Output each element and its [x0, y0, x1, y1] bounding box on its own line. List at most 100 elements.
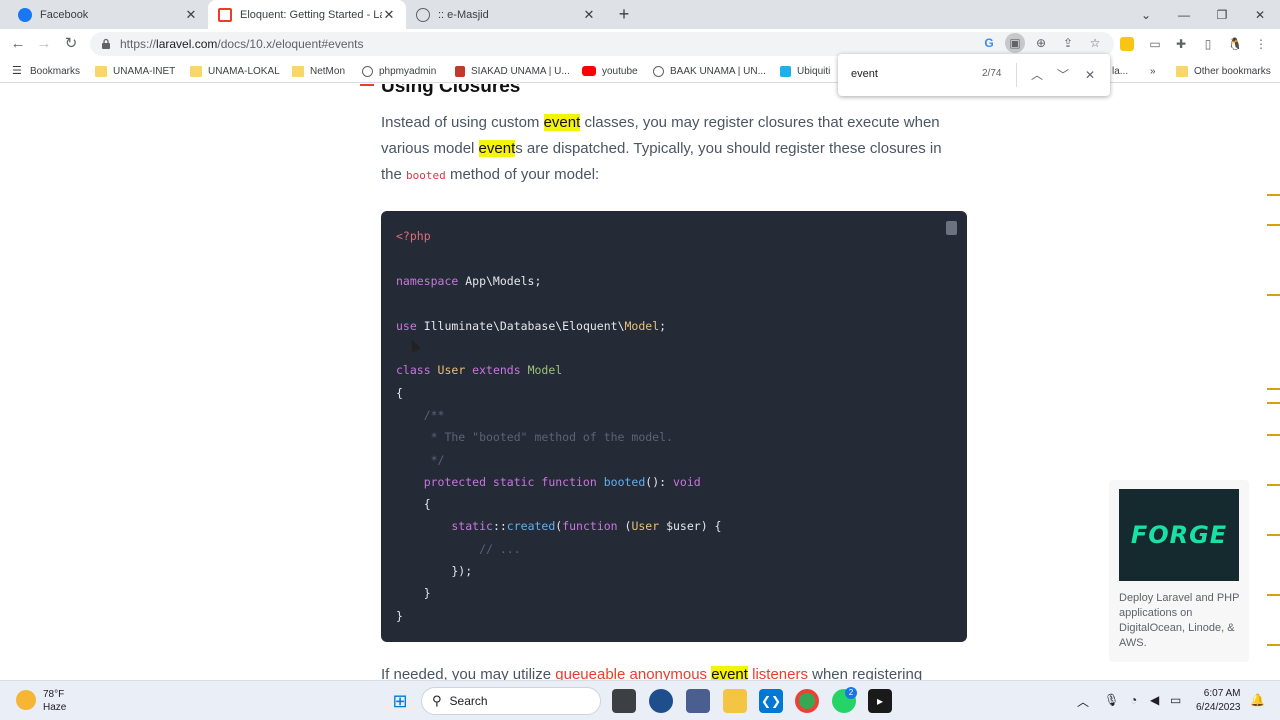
google-icon[interactable]: G: [981, 35, 997, 51]
puzzle-icon[interactable]: ✚: [1172, 35, 1190, 53]
find-marker: [1267, 594, 1280, 596]
paragraph-queueable: If needed, you may utilize queueable ano…: [381, 662, 951, 680]
paragraph-closures: Instead of using custom event classes, y…: [381, 114, 942, 183]
globe-icon: [362, 65, 373, 77]
minimize-icon[interactable]: —: [1165, 0, 1203, 29]
tab-title: :: e-Masjid: [438, 8, 489, 21]
new-tab-icon[interactable]: +: [614, 4, 634, 24]
clipboard-icon[interactable]: [946, 221, 957, 235]
find-marker: [1267, 224, 1280, 226]
file-explorer-icon[interactable]: [723, 689, 747, 713]
facebook-icon: [18, 7, 32, 22]
lock-icon: [102, 38, 110, 49]
terminal-app-icon[interactable]: ▸: [868, 689, 892, 713]
bookmark-phpmyadmin[interactable]: phpmyadmin: [362, 63, 436, 79]
scrollbar[interactable]: [1266, 84, 1280, 680]
wifi-icon[interactable]: ◔: [1130, 693, 1137, 707]
bookmark-baak[interactable]: BAAK UNAMA | UN...: [653, 63, 766, 79]
folder-icon: [1176, 65, 1188, 77]
vscode-icon[interactable]: ❮❯: [759, 689, 783, 713]
notification-badge: 2: [845, 687, 857, 699]
taskbar-search[interactable]: ⚲ Search: [421, 687, 601, 715]
chrome-icon[interactable]: [795, 689, 819, 713]
cast-icon[interactable]: ▭: [1146, 35, 1164, 53]
side-panel-icon[interactable]: ▯: [1199, 35, 1217, 53]
code-line: {: [396, 497, 431, 511]
chevron-down-icon[interactable]: ⌄: [1127, 0, 1165, 29]
section-heading: Using Closures: [381, 84, 521, 97]
close-icon[interactable]: ✕: [184, 7, 198, 22]
bookmark-netmon[interactable]: NetMon: [292, 63, 345, 79]
reload-icon[interactable]: ↻: [61, 34, 81, 54]
network-app-icon[interactable]: [686, 689, 710, 713]
back-icon[interactable]: ←: [8, 34, 28, 54]
find-marker: [1267, 294, 1280, 296]
share-icon[interactable]: ⇪: [1060, 35, 1076, 51]
chevron-down-icon[interactable]: ﹀: [1054, 66, 1072, 84]
ad-description: Deploy Laravel and PHP applications on D…: [1119, 592, 1240, 649]
chevron-up-icon[interactable]: ︿: [1077, 693, 1089, 710]
tab-strip: Facebook ✕ Eloquent: Getting Started - L…: [0, 0, 1280, 29]
browser-app-icon[interactable]: [649, 689, 673, 713]
chevron-right-icon[interactable]: »: [1150, 63, 1156, 79]
tab-eloquent[interactable]: Eloquent: Getting Started - Laravel ✕: [208, 0, 406, 29]
find-marker: [1267, 402, 1280, 404]
close-icon[interactable]: ✕: [1081, 66, 1099, 84]
chevron-up-icon[interactable]: ︿: [1028, 66, 1046, 84]
folder-icon: [95, 65, 107, 77]
bookmark-other[interactable]: Other bookmarks: [1176, 63, 1271, 79]
tab-emasjid[interactable]: :: e-Masjid ✕: [406, 0, 606, 29]
task-view-icon[interactable]: [612, 689, 636, 713]
find-marker: [1267, 388, 1280, 390]
find-bar: event 2/74 ︿ ﹀ ✕: [838, 54, 1110, 96]
bookmark-youtube[interactable]: youtube: [582, 63, 638, 79]
folder-icon: [190, 65, 202, 77]
close-icon[interactable]: ✕: [382, 7, 396, 22]
maximize-icon[interactable]: ❐: [1203, 0, 1241, 29]
laravel-icon: [218, 7, 232, 22]
menu-icon[interactable]: ⋮: [1252, 35, 1270, 53]
bookmark-star-icon[interactable]: ☆: [1087, 35, 1103, 51]
tab-facebook[interactable]: Facebook ✕: [8, 0, 208, 29]
queueable-listeners-link[interactable]: queueable anonymous event listeners: [555, 666, 808, 680]
folder-icon: [292, 65, 304, 77]
code-line: });: [396, 564, 473, 578]
windows-start-icon[interactable]: ⊞: [388, 689, 412, 713]
close-icon[interactable]: ✕: [582, 7, 596, 22]
globe-icon: [653, 65, 664, 77]
find-marker: [1267, 434, 1280, 436]
find-input[interactable]: event: [851, 68, 878, 80]
bookmark-bookmarks[interactable]: ☰ Bookmarks: [12, 63, 80, 79]
find-in-page-icon[interactable]: ▣: [1005, 33, 1025, 53]
ubiquiti-icon: [780, 65, 791, 77]
zoom-icon[interactable]: ⊕: [1033, 35, 1049, 51]
weather-widget[interactable]: 78°F Haze: [43, 688, 66, 714]
code-line: protected static function booted(): void: [396, 475, 701, 489]
profile-avatar[interactable]: 🐧: [1226, 35, 1244, 53]
microphone-icon[interactable]: 🎙: [1104, 693, 1119, 707]
system-clock[interactable]: 6:07 AM 6/24/2023: [1196, 687, 1241, 715]
bookmark-ubiquiti[interactable]: Ubiquiti: [780, 63, 830, 79]
close-window-icon[interactable]: ✕: [1241, 0, 1279, 29]
address-bar[interactable]: https://laravel.com/docs/10.x/eloquent#e…: [90, 32, 1114, 56]
code-line: }: [396, 586, 431, 600]
search-highlight-current: event: [478, 140, 516, 157]
bookmark-partial[interactable]: la...: [1112, 63, 1128, 79]
forge-ad[interactable]: FORGE Deploy Laravel and PHP application…: [1109, 480, 1249, 662]
globe-icon: [416, 7, 430, 22]
volume-icon[interactable]: ◀: [1150, 693, 1159, 707]
code-line: use Illuminate\Database\Eloquent\Model;: [396, 319, 667, 333]
sun-haze-icon[interactable]: [16, 690, 36, 710]
find-count: 2/74: [982, 68, 1002, 79]
find-marker: [1267, 644, 1280, 646]
forward-icon[interactable]: →: [34, 34, 54, 54]
notification-icon[interactable]: 🔔: [1250, 693, 1265, 707]
extension-icon[interactable]: [1120, 37, 1134, 51]
bookmark-siakad[interactable]: SIAKAD UNAMA | U...: [455, 63, 570, 79]
code-line: }: [396, 609, 403, 623]
battery-icon[interactable]: ▭: [1170, 693, 1181, 707]
bookmark-unama-lokal[interactable]: UNAMA-LOKAL: [190, 63, 280, 79]
bookmark-unama-inet[interactable]: UNAMA-INET: [95, 63, 175, 79]
code-line: <?php: [396, 229, 431, 243]
laravel-heading-icon: [360, 84, 374, 93]
